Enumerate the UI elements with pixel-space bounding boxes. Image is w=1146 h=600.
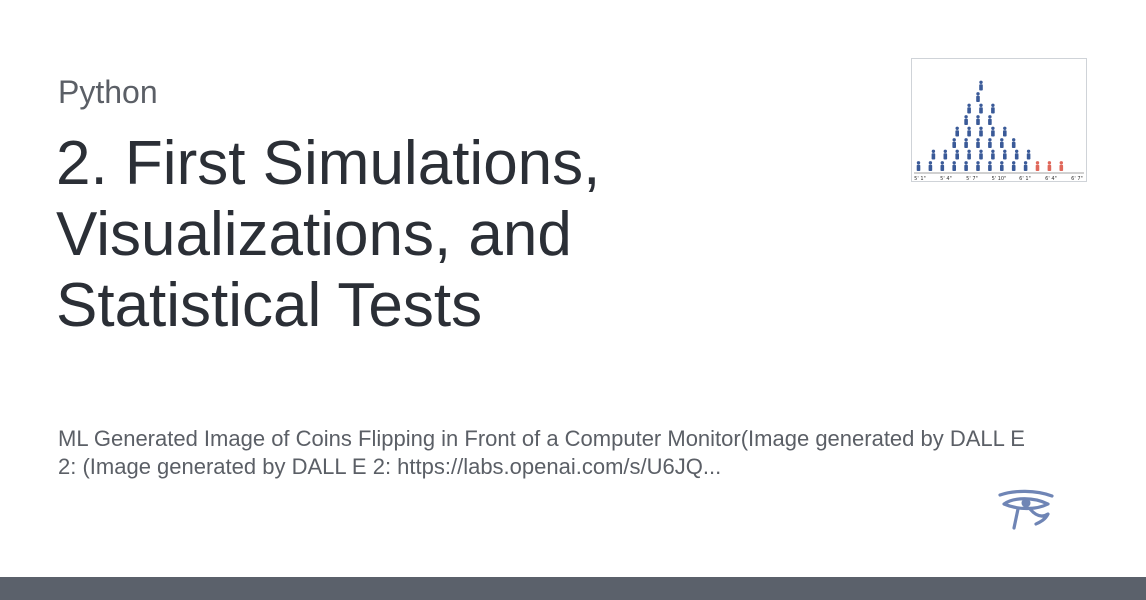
person-figure bbox=[1035, 161, 1040, 171]
person-figure bbox=[967, 126, 971, 137]
page-title: 2. First Simulations, Visualizations, an… bbox=[56, 129, 601, 340]
person-figure bbox=[979, 80, 983, 91]
height-distribution-figure: 5' 1" 5' 4" 5' 7" 5' 10" 6' 1" 6' 4" 6' 7" bbox=[914, 80, 1084, 181]
person-figure bbox=[988, 161, 992, 171]
person-figure bbox=[943, 149, 948, 160]
person-figure bbox=[1011, 138, 1016, 148]
person-figure bbox=[979, 149, 983, 160]
person-figure bbox=[991, 103, 995, 114]
category-label: Python bbox=[58, 74, 158, 110]
person-figure bbox=[967, 103, 971, 114]
person-figure bbox=[1003, 126, 1007, 137]
person-figure bbox=[976, 115, 980, 125]
person-figure bbox=[964, 115, 968, 125]
person-figure bbox=[967, 149, 971, 160]
person-figure bbox=[976, 138, 980, 148]
person-figure bbox=[955, 126, 959, 137]
person-figure bbox=[1014, 149, 1019, 160]
person-figure bbox=[952, 161, 956, 171]
person-figure bbox=[916, 161, 921, 171]
person-figure bbox=[940, 161, 945, 171]
person-figure bbox=[1059, 161, 1064, 171]
person-figure bbox=[988, 115, 992, 125]
tick-label: 5' 10" bbox=[992, 176, 1007, 181]
footer-bar bbox=[0, 577, 1146, 600]
person-figure bbox=[955, 149, 959, 160]
person-figure bbox=[979, 126, 983, 137]
person-figure bbox=[976, 92, 980, 102]
person-figure bbox=[931, 149, 936, 160]
tick-label: 6' 1" bbox=[1019, 176, 1031, 181]
tick-label: 6' 7" bbox=[1071, 176, 1083, 181]
person-figure bbox=[979, 103, 983, 114]
thumbnail-image: 5' 1" 5' 4" 5' 7" 5' 10" 6' 1" 6' 4" 6' 7" bbox=[911, 58, 1087, 182]
tick-label: 5' 7" bbox=[966, 176, 978, 181]
person-figure bbox=[952, 138, 956, 148]
tick-label: 5' 4" bbox=[940, 176, 952, 181]
person-figure bbox=[1047, 161, 1052, 171]
person-figure bbox=[1026, 149, 1031, 160]
person-figure bbox=[991, 149, 995, 160]
eye-of-horus-icon bbox=[996, 488, 1054, 537]
person-figure bbox=[1000, 161, 1004, 171]
person-figure bbox=[988, 138, 992, 148]
person-figure bbox=[964, 161, 968, 171]
person-figure bbox=[1003, 149, 1007, 160]
tick-label: 6' 4" bbox=[1045, 176, 1057, 181]
person-figure bbox=[1000, 138, 1004, 148]
person-figure bbox=[928, 161, 933, 171]
tick-label: 5' 1" bbox=[914, 176, 926, 181]
person-figure bbox=[1023, 161, 1028, 171]
person-figure bbox=[964, 138, 968, 148]
person-figure bbox=[976, 161, 980, 171]
person-figure bbox=[991, 126, 995, 137]
person-figure bbox=[1011, 161, 1016, 171]
description-text: ML Generated Image of Coins Flipping in … bbox=[58, 426, 1025, 479]
